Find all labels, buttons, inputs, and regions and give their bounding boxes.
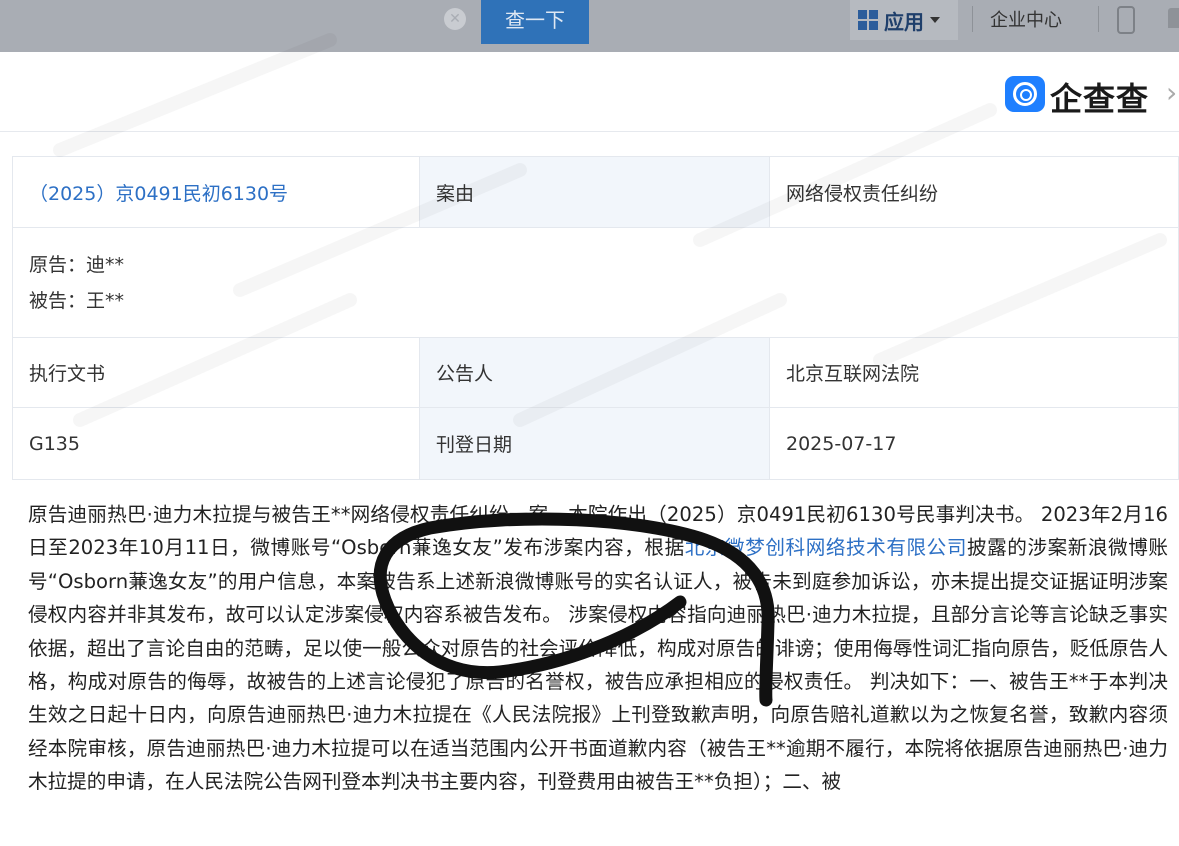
qichacha-logo-icon[interactable] bbox=[1005, 76, 1045, 112]
cause-value: 网络侵权责任纠纷 bbox=[786, 182, 939, 205]
divider bbox=[972, 6, 973, 32]
apps-grid-icon bbox=[858, 10, 878, 30]
judgment-summary: 原告迪丽热巴·迪力木拉提与被告王**网络侵权责任纠纷一案，本院作出（2025）京… bbox=[28, 498, 1168, 799]
apps-label: 应用 bbox=[884, 9, 924, 34]
parties-cell: 原告：迪** 被告：王** bbox=[12, 228, 1179, 338]
apps-menu-button[interactable]: 应用 bbox=[850, 0, 958, 40]
publish-date-value: 2025-07-17 bbox=[786, 432, 897, 455]
cause-label-cell: 案由 bbox=[420, 156, 770, 228]
case-number-link[interactable]: （2025）京0491民初6130号 bbox=[29, 179, 288, 206]
cause-label: 案由 bbox=[436, 182, 475, 205]
code-cell: G135 bbox=[12, 408, 420, 480]
qichacha-logo-text[interactable]: 企查查 bbox=[1050, 74, 1149, 120]
publish-date-label-cell: 刊登日期 bbox=[420, 408, 770, 480]
document-type-cell: 执行文书 bbox=[12, 338, 420, 408]
defendant-text: 被告：王** bbox=[29, 289, 125, 312]
lock-icon[interactable] bbox=[1168, 8, 1179, 28]
plaintiff-text: 原告：迪** bbox=[29, 253, 125, 276]
announcer-value-cell: 北京互联网法院 bbox=[770, 338, 1179, 408]
code-value: G135 bbox=[29, 432, 80, 455]
search-button[interactable]: 查一下 bbox=[481, 0, 589, 44]
case-number-cell: （2025）京0491民初6130号 bbox=[12, 156, 420, 228]
page-header bbox=[0, 52, 1179, 132]
announcer-value: 北京互联网法院 bbox=[786, 363, 920, 385]
publish-date-label: 刊登日期 bbox=[436, 434, 513, 456]
cause-value-cell: 网络侵权责任纠纷 bbox=[770, 156, 1179, 228]
publish-date-value-cell: 2025-07-17 bbox=[770, 408, 1179, 480]
announcer-label-cell: 公告人 bbox=[420, 338, 770, 408]
enterprise-center-link[interactable]: 企业中心 bbox=[990, 6, 1062, 32]
mobile-phone-icon[interactable] bbox=[1117, 6, 1135, 34]
judgment-text-part2: 披露的涉案新浪微博账号“Osborn蒹逸女友”的用户信息，本案被告系上述新浪微博… bbox=[28, 536, 1169, 794]
top-toolbar: ✕ 查一下 应用 企业中心 bbox=[0, 0, 1179, 52]
chevron-right-icon[interactable]: › bbox=[1166, 76, 1177, 109]
caret-down-icon bbox=[930, 17, 940, 23]
announcer-label: 公告人 bbox=[436, 363, 494, 385]
divider bbox=[1098, 6, 1099, 32]
clear-search-icon[interactable]: ✕ bbox=[444, 8, 466, 30]
document-type: 执行文书 bbox=[29, 363, 106, 385]
company-link[interactable]: 北京微梦创科网络技术有限公司 bbox=[685, 536, 967, 559]
